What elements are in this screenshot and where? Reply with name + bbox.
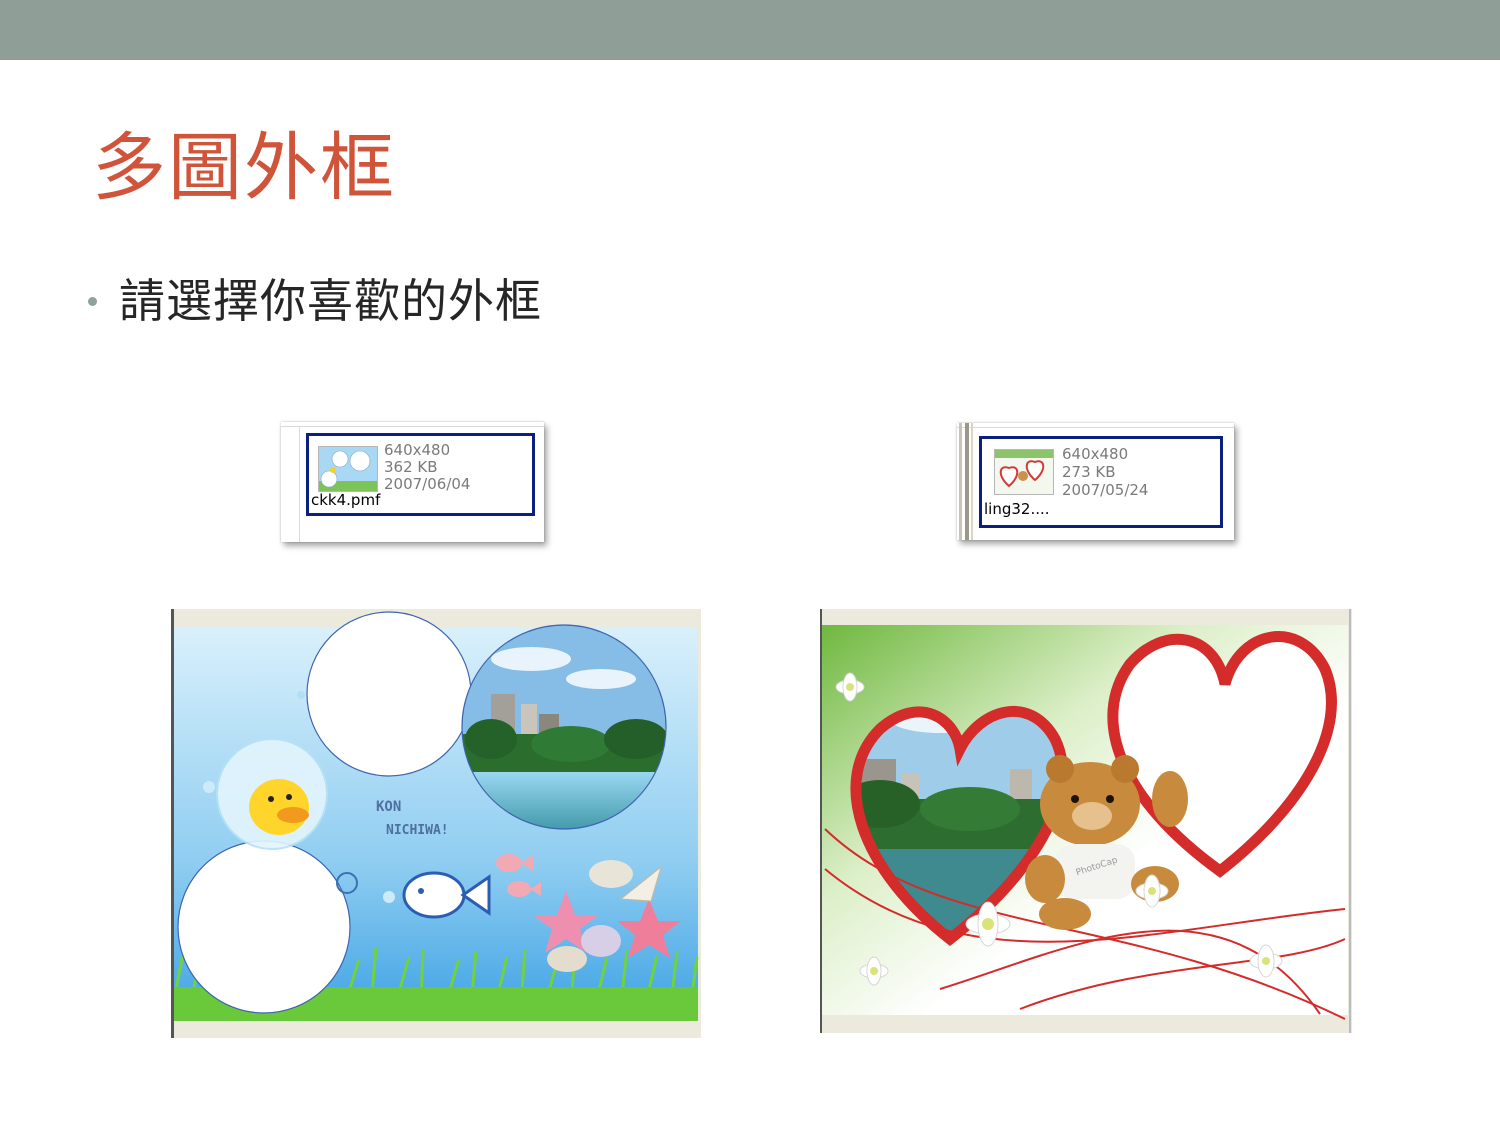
frame-preview-hearts[interactable]: PhotoCap [820, 609, 1352, 1033]
panel-divider [957, 427, 1234, 428]
frame-preview-graphic: PhotoCap [820, 609, 1352, 1033]
selection-box[interactable]: 640x480 362 KB 2007/06/04 ckk4.pmf [306, 433, 535, 516]
file-item-ckk4[interactable]: 640x480 362 KB 2007/06/04 ckk4.pmf [281, 422, 544, 542]
panel-divider [299, 426, 300, 542]
bullet-item: 請選擇你喜歡的外框 [88, 268, 542, 328]
file-dimensions: 640x480 [1062, 445, 1129, 463]
scrollbar-edge [971, 423, 973, 540]
scrollbar-edge [959, 423, 962, 540]
thumbnail-graphic [319, 447, 377, 491]
bullet-dot-icon [88, 296, 97, 306]
file-item-ling32[interactable]: 640x480 273 KB 2007/05/24 ling32.... [957, 423, 1234, 540]
photo-slot-circle[interactable] [306, 611, 472, 777]
file-name: ckk4.pmf [311, 491, 381, 509]
scrollbar-edge [965, 423, 969, 540]
slide-title: 多圖外框 [92, 125, 396, 211]
thumbnail-image [318, 446, 378, 492]
kon-text: KON [376, 799, 401, 815]
shell-icon [547, 946, 587, 972]
selection-box[interactable]: 640x480 273 KB 2007/05/24 ling32.... [979, 436, 1223, 528]
duck-icon [249, 779, 309, 835]
file-date: 2007/06/04 [384, 475, 471, 493]
shell-icon [589, 860, 633, 888]
shell-icon [581, 925, 621, 957]
bullet-text: 請選擇你喜歡的外框 [119, 274, 542, 328]
frame-preview-graphic: KON NICHIWA! [171, 609, 701, 1038]
file-size: 362 KB [384, 458, 438, 476]
frame-preview-bubbles[interactable]: KON NICHIWA! [171, 609, 701, 1038]
thumbnail-graphic [995, 450, 1053, 494]
panel-divider [281, 426, 544, 427]
top-accent-bar [0, 0, 1500, 60]
thumbnail-image [994, 449, 1054, 495]
file-dimensions: 640x480 [384, 441, 451, 459]
file-size: 273 KB [1062, 463, 1116, 481]
file-name: ling32.... [984, 500, 1050, 518]
photo-slot-circle[interactable] [177, 840, 351, 1014]
nichiwa-text: NICHIWA! [386, 823, 449, 838]
file-date: 2007/05/24 [1062, 481, 1149, 499]
